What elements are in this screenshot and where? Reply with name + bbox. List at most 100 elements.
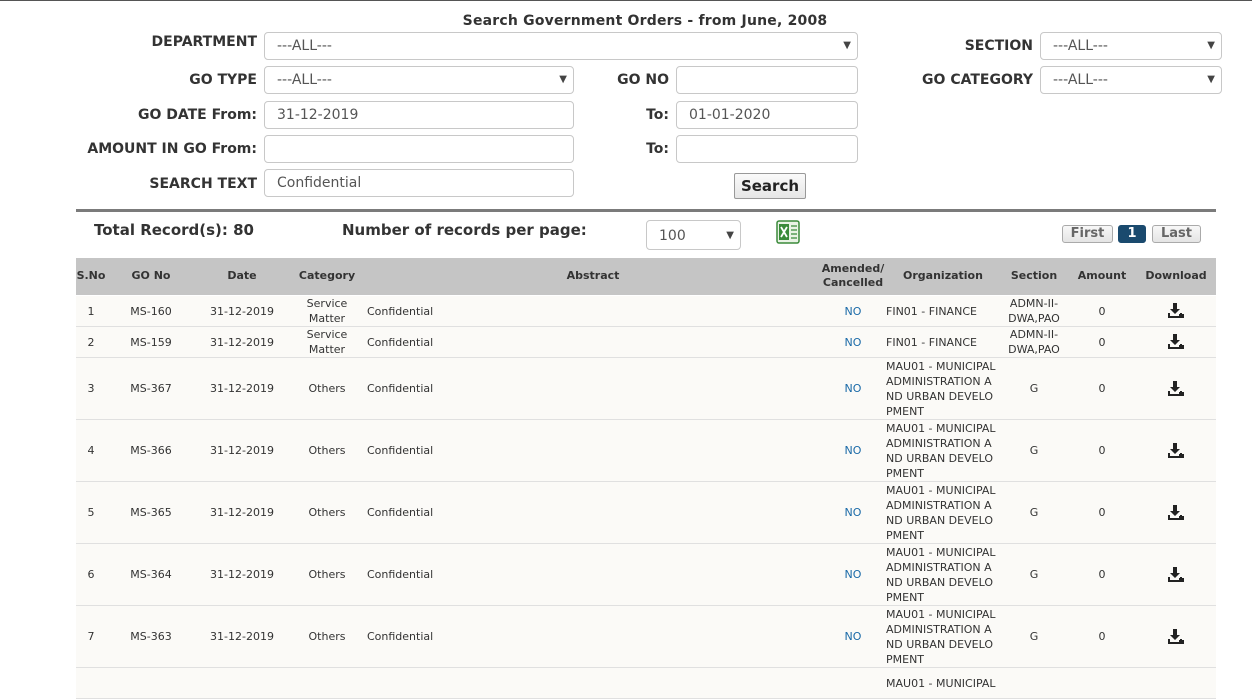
header-sno: S.No [76,269,106,282]
cell-download[interactable] [1140,482,1212,543]
cell-download[interactable] [1140,296,1212,326]
download-icon[interactable] [1167,566,1185,583]
amount-to-input[interactable] [676,135,858,163]
records-per-page-label: Number of records per page: [342,221,587,239]
cell-amount [1072,668,1132,698]
cell-go-no: MS-367 [130,382,172,395]
cell-sno: 6 [87,568,95,581]
cell-amended-link[interactable] [816,668,890,698]
table-row: 5 MS-365 31-12-2019 Others Confidential NO MAU… [76,482,1216,544]
cell-abstract: Confidential [367,304,434,318]
cell-amended-link[interactable]: NO [816,544,890,605]
cell-organization: FIN01 - FINANCE [886,335,977,349]
department-select[interactable]: ---ALL--- ▼ [264,32,858,60]
cell-download[interactable] [1140,606,1212,667]
cell-section: ADMN-II- DWA,PAO [1008,328,1060,356]
table-row: 1 MS-160 31-12-2019 Service Matter Confidenti… [76,296,1216,327]
first-page-button[interactable]: First [1062,225,1113,243]
cell-go-no: MS-365 [130,506,172,519]
header-go-no: GO No [131,269,171,282]
cell-amended-link[interactable]: NO [816,358,890,419]
cell-go-no: MS-160 [130,304,172,318]
cell-date: 31-12-2019 [210,335,274,349]
cell-amended-link[interactable]: NO [816,327,890,357]
go-type-label: GO TYPE [189,72,257,88]
cell-sno: 4 [87,444,95,457]
go-date-from-label: GO DATE From: [138,107,257,123]
section-select[interactable]: ---ALL--- ▼ [1040,32,1222,60]
section-label: SECTION [964,38,1033,54]
cell-go-no: MS-363 [130,630,172,643]
cell-amended-link[interactable]: NO [816,606,890,667]
cell-amount: 0 [1098,444,1106,457]
cell-amended-link[interactable]: NO [816,420,890,481]
cell-date: 31-12-2019 [210,444,274,457]
table-header: S.No GO No Date Category Abstract Amende… [76,258,1216,295]
cell-category: Others [308,382,346,395]
search-button[interactable]: Search [734,173,806,199]
download-icon[interactable] [1167,504,1185,521]
download-icon[interactable] [1167,628,1185,645]
download-icon[interactable] [1167,334,1185,350]
cell-sno: 3 [87,382,95,395]
cell-organization: FIN01 - FINANCE [886,304,977,318]
cell-organization: MAU01 - MUNICIPAL ADMINISTRATION A ND URBA… [886,483,996,542]
cell-amended-link[interactable]: NO [816,482,890,543]
cell-organization: MAU01 - MUNICIPAL ADMINISTRATION A ND URBA… [886,421,996,480]
cell-go-no: MS-159 [130,335,172,349]
go-date-to-input[interactable]: 01-01-2020 [676,101,858,129]
cell-section: G [1029,630,1039,643]
last-page-button[interactable]: Last [1152,225,1201,243]
cell-download[interactable] [1140,420,1212,481]
table-row: 4 MS-366 31-12-2019 Others Confidential NO MAU… [76,420,1216,482]
cell-date: 31-12-2019 [210,506,274,519]
download-icon[interactable] [1167,380,1185,397]
cell-go-no: MS-366 [130,444,172,457]
records-per-page-select[interactable]: 100 ▼ [646,220,741,250]
dropdown-arrow-icon: ▼ [843,40,851,51]
cell-organization: MAU01 - MUNICIPAL ADMINISTRATION A ND URBA… [886,607,996,666]
cell-sno: 5 [87,506,95,519]
go-no-input[interactable] [676,66,858,94]
go-date-from-input[interactable]: 31-12-2019 [264,101,574,129]
current-page-button[interactable]: 1 [1118,225,1146,243]
cell-category: Service Matter [306,328,348,356]
cell-organization: MAU01 - MUNICIPAL ADMINISTRATION A ND URBA… [886,359,996,418]
table-row: 2 MS-159 31-12-2019 Service Matter Confidenti… [76,327,1216,358]
cell-download[interactable] [1140,327,1212,357]
cell-download[interactable] [1140,544,1212,605]
cell-amount: 0 [1098,506,1106,519]
cell-section: G [1029,506,1039,519]
cell-amount: 0 [1098,568,1106,581]
cell-date [202,668,282,698]
download-icon[interactable] [1167,442,1185,459]
go-type-select[interactable]: ---ALL--- ▼ [264,66,574,94]
header-organization: Organization [903,269,983,282]
department-label: DEPARTMENT [151,34,257,50]
excel-export-icon[interactable] [776,220,800,244]
dropdown-arrow-icon: ▼ [1207,74,1215,85]
cell-section: ADMN-II- DWA,PAO [1008,297,1060,325]
page-title: Search Government Orders - from June, 20… [462,13,828,29]
header-category: Category [298,269,356,282]
cell-date: 31-12-2019 [210,630,274,643]
amount-from-input[interactable] [264,135,574,163]
cell-amount: 0 [1098,304,1106,318]
cell-abstract: Confidential [367,568,434,581]
cell-organization: MAU01 - MUNICIPAL ADMINISTRATION A ND URBA… [886,545,996,604]
cell-category [288,668,366,698]
search-text-input[interactable]: Confidential [264,169,574,197]
header-amount: Amount [1077,269,1127,282]
cell-category: Others [308,506,346,519]
cell-amended-link[interactable]: NO [816,296,890,326]
cell-amount: 0 [1098,335,1106,349]
cell-abstract: Confidential [367,382,434,395]
dropdown-arrow-icon: ▼ [1207,40,1215,51]
cell-download[interactable] [1140,358,1212,419]
download-icon[interactable] [1167,303,1185,319]
go-category-select[interactable]: ---ALL--- ▼ [1040,66,1222,94]
cell-category: Service Matter [306,297,348,325]
cell-amount: 0 [1098,630,1106,643]
go-no-label: GO NO [617,72,669,88]
cell-category: Others [308,444,346,457]
